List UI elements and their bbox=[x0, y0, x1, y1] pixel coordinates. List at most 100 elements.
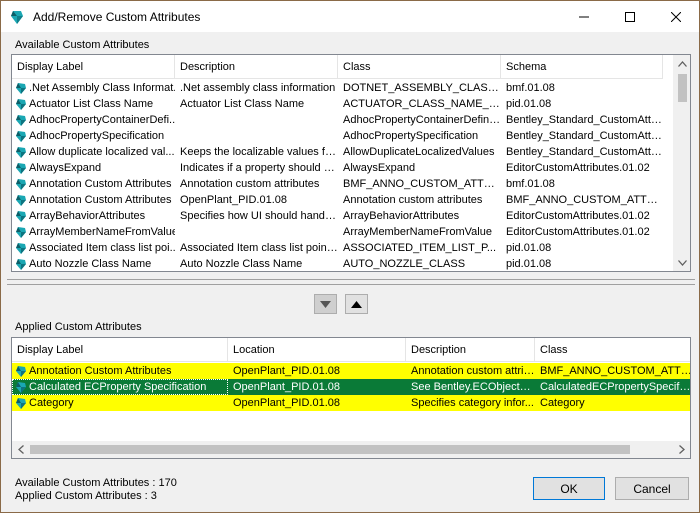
list-row[interactable]: Annotation Custom Attributes Annotation c… bbox=[12, 176, 663, 192]
list-cell: Actuator List Class Name bbox=[12, 96, 175, 112]
list-cell: DOTNET_ASSEMBLY_CLASS... bbox=[343, 82, 501, 94]
available-attributes-list[interactable]: Display Label Description Class Schema .Net… bbox=[11, 54, 691, 272]
scroll-right-arrow[interactable] bbox=[673, 441, 690, 458]
available-vertical-scrollbar[interactable] bbox=[673, 55, 690, 271]
list-cell: bmf.01.08 bbox=[506, 178, 555, 190]
chevron-left-icon bbox=[17, 445, 24, 454]
list-row[interactable]: Actuator List Class Name Actuator List Cl… bbox=[12, 96, 663, 112]
list-row[interactable]: Category OpenPlant_PID.01.08 Specifies cat… bbox=[12, 395, 690, 411]
row-label: Annotation Custom Attributes bbox=[29, 365, 172, 377]
list-cell: Annotation custom attributes bbox=[343, 194, 483, 206]
list-cell: Annotation custom attributes bbox=[180, 178, 320, 190]
list-cell: Auto Nozzle Class Name bbox=[180, 258, 303, 270]
list-row[interactable]: Auto Nozzle Class Name Auto Nozzle Class … bbox=[12, 256, 663, 271]
available-group-label: Available Custom Attributes bbox=[15, 39, 150, 51]
list-row[interactable]: AdhocPropertySpecification AdhocPropertyS… bbox=[12, 128, 663, 144]
list-cell: pid.01.08 bbox=[506, 98, 552, 110]
list-cell: Bentley_Standard_CustomAttrib... bbox=[506, 114, 663, 126]
list-cell: Annotation custom attrib... bbox=[411, 365, 535, 377]
panel-splitter[interactable] bbox=[7, 279, 695, 285]
list-row[interactable]: AdhocPropertyContainerDefi... AdhocProper… bbox=[12, 112, 663, 128]
list-cell: ASSOCIATED_ITEM_LIST_P... bbox=[343, 242, 497, 254]
list-cell: AlwaysExpand bbox=[12, 160, 175, 176]
row-label: Annotation Custom Attributes bbox=[29, 178, 172, 190]
schema-gem-icon bbox=[16, 242, 26, 254]
list-row[interactable]: ArrayMemberNameFromValue ArrayMemberNameF… bbox=[12, 224, 663, 240]
close-button[interactable] bbox=[653, 1, 699, 32]
list-cell: AdhocPropertyContainerDefiniti... bbox=[343, 114, 501, 126]
list-cell: BMF_ANNO_CUSTOM_ATTRI... bbox=[343, 178, 501, 190]
applied-list-header: Display Label Location Description Class bbox=[12, 338, 690, 362]
list-cell: Allow duplicate localized val... bbox=[12, 144, 175, 160]
column-header[interactable]: Class bbox=[535, 338, 690, 362]
applied-horizontal-scrollbar[interactable] bbox=[12, 441, 690, 458]
list-cell: See Bentley.ECObjects.... bbox=[411, 381, 535, 393]
list-cell bbox=[175, 128, 338, 144]
list-cell: AdhocPropertySpecification bbox=[343, 130, 479, 142]
list-cell: .Net assembly class information bbox=[180, 82, 336, 94]
column-header[interactable]: Display Label bbox=[12, 55, 175, 79]
list-cell: Category bbox=[540, 397, 585, 409]
list-cell: Bentley_Standard_CustomAttrib... bbox=[506, 130, 663, 142]
scroll-up-arrow[interactable] bbox=[674, 55, 690, 72]
scroll-thumb[interactable] bbox=[678, 74, 687, 102]
column-header[interactable]: Description bbox=[406, 338, 535, 362]
applied-list-rows: Annotation Custom Attributes OpenPlant_PI… bbox=[12, 363, 691, 411]
scroll-left-arrow[interactable] bbox=[12, 441, 29, 458]
available-list-header: Display Label Description Class Schema bbox=[12, 55, 663, 79]
list-row[interactable]: Allow duplicate localized val... Keeps th… bbox=[12, 144, 663, 160]
applied-attributes-list[interactable]: Display Label Location Description Class An… bbox=[11, 337, 691, 459]
list-row[interactable]: ArrayBehaviorAttributes Specifies how UI … bbox=[12, 208, 663, 224]
list-cell: Specifies how UI should handle... bbox=[180, 210, 338, 222]
list-row[interactable]: .Net Assembly Class Informat... .Net asse… bbox=[12, 80, 663, 96]
row-label: .Net Assembly Class Informat... bbox=[29, 82, 175, 94]
row-label: Auto Nozzle Class Name bbox=[29, 258, 152, 270]
column-header[interactable]: Schema bbox=[501, 55, 663, 79]
list-row[interactable]: AlwaysExpand Indicates if a property shou… bbox=[12, 160, 663, 176]
list-row[interactable]: Annotation Custom Attributes OpenPlant_PI… bbox=[12, 192, 663, 208]
list-row[interactable]: Annotation Custom Attributes OpenPlant_PI… bbox=[12, 363, 691, 379]
list-cell: Calculated ECProperty Specification bbox=[12, 379, 228, 395]
list-cell: pid.01.08 bbox=[506, 258, 552, 270]
maximize-button[interactable] bbox=[607, 1, 653, 32]
schema-gem-icon bbox=[16, 226, 26, 238]
app-gem-icon bbox=[11, 10, 23, 24]
list-cell: EditorCustomAttributes.01.02 bbox=[506, 162, 650, 174]
list-cell: ArrayBehaviorAttributes bbox=[12, 208, 175, 224]
list-cell: Auto Nozzle Class Name bbox=[12, 256, 175, 271]
schema-gem-icon bbox=[16, 365, 26, 377]
title-bar[interactable]: Add/Remove Custom Attributes bbox=[1, 1, 699, 32]
schema-gem-icon bbox=[16, 146, 26, 158]
list-row[interactable]: Calculated ECProperty Specification OpenP… bbox=[12, 379, 690, 395]
schema-gem-icon bbox=[16, 130, 26, 142]
list-cell: ArrayBehaviorAttributes bbox=[343, 210, 460, 222]
column-header[interactable]: Description bbox=[175, 55, 338, 79]
list-cell: Associated Item class list pointer bbox=[180, 242, 338, 254]
remove-attribute-button[interactable] bbox=[345, 294, 368, 314]
column-header[interactable]: Display Label bbox=[12, 338, 228, 362]
row-label: Associated Item class list poi... bbox=[29, 242, 175, 254]
list-cell bbox=[175, 224, 338, 240]
row-label: AdhocPropertyContainerDefi... bbox=[29, 114, 175, 126]
scroll-down-arrow[interactable] bbox=[674, 254, 690, 271]
column-header[interactable]: Class bbox=[338, 55, 501, 79]
cancel-button[interactable]: Cancel bbox=[615, 477, 689, 500]
horizontal-scroll-thumb[interactable] bbox=[30, 445, 630, 454]
list-cell: Actuator List Class Name bbox=[180, 98, 305, 110]
list-cell: BMF_ANNO_CUSTOM_ATTRIB bbox=[540, 365, 691, 377]
minimize-button[interactable] bbox=[561, 1, 607, 32]
available-count-label: Available Custom Attributes : 170 bbox=[15, 477, 177, 489]
row-label: Category bbox=[29, 397, 74, 409]
list-cell: AllowDuplicateLocalizedValues bbox=[343, 146, 495, 158]
list-row[interactable]: Associated Item class list poi... Associa… bbox=[12, 240, 663, 256]
list-cell: .Net Assembly Class Informat... bbox=[12, 80, 175, 96]
close-icon bbox=[671, 11, 681, 22]
list-cell: Annotation Custom Attributes bbox=[12, 176, 175, 192]
add-attribute-button[interactable] bbox=[314, 294, 337, 314]
list-cell: ACTUATOR_CLASS_NAME_L... bbox=[343, 98, 501, 110]
ok-button[interactable]: OK bbox=[533, 477, 605, 500]
column-header[interactable]: Location bbox=[228, 338, 406, 362]
row-label: AdhocPropertySpecification bbox=[29, 130, 165, 142]
applied-count-label: Applied Custom Attributes : 3 bbox=[15, 490, 157, 502]
maximize-icon bbox=[625, 11, 635, 22]
